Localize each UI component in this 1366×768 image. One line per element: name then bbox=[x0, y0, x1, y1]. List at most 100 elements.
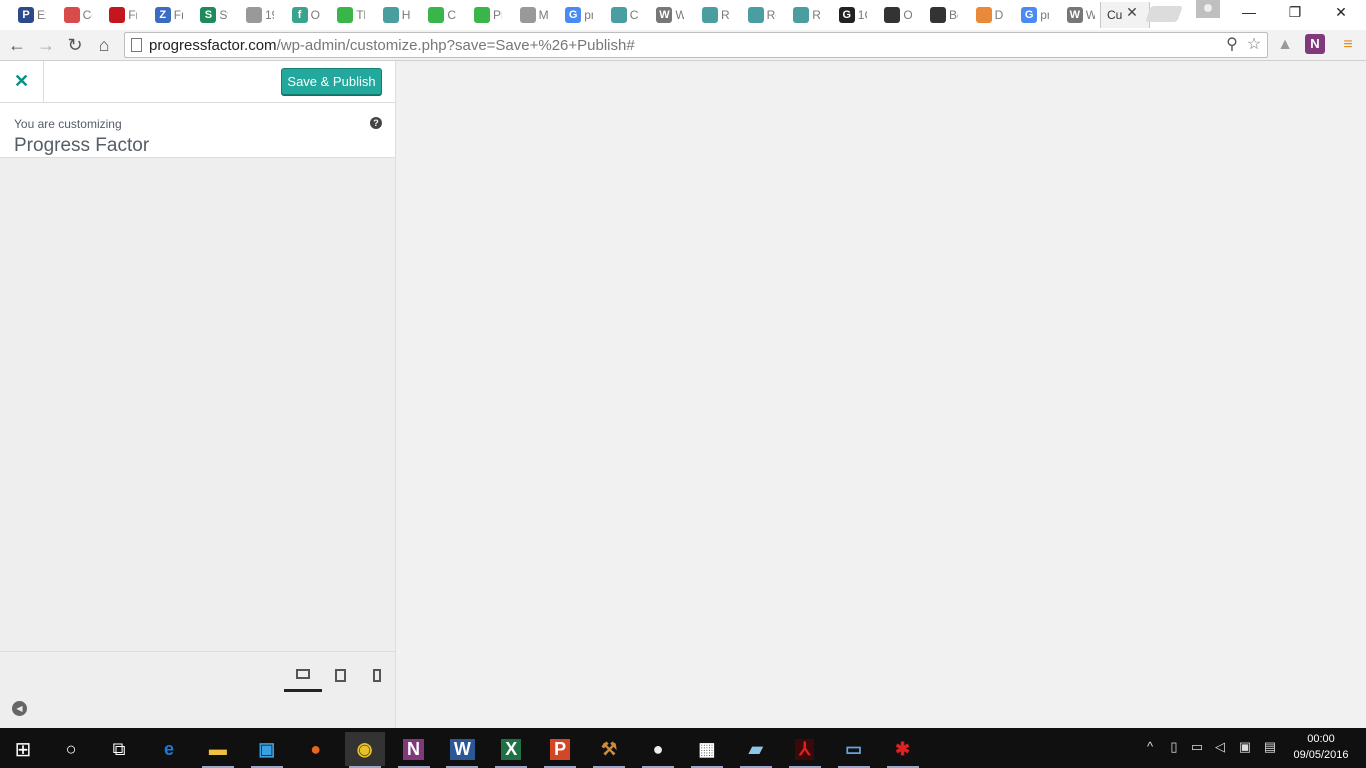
yellow-dot-icon bbox=[930, 7, 946, 23]
powerpoint-icon[interactable]: P bbox=[540, 732, 580, 768]
excel-icon[interactable]: X bbox=[491, 732, 531, 768]
minimize-button[interactable]: — bbox=[1226, 0, 1272, 26]
zoho-icon: Z bbox=[154, 7, 171, 23]
browser-tab[interactable]: Gpr bbox=[551, 2, 593, 28]
browser-tab-label: Re bbox=[812, 8, 821, 22]
browser-tab[interactable]: G1C bbox=[825, 2, 867, 28]
baseball-icon[interactable]: ● bbox=[638, 732, 678, 768]
orange-frame-icon bbox=[975, 7, 992, 23]
restore-button[interactable]: ❐ bbox=[1272, 0, 1318, 26]
browser-tab-label: Th bbox=[356, 8, 365, 22]
browser-tab[interactable]: SSv bbox=[186, 2, 228, 28]
power-icon[interactable]: ▭ bbox=[1186, 736, 1208, 758]
chrome-icon[interactable]: ◉ bbox=[344, 732, 385, 768]
browser-tab[interactable]: Cu bbox=[414, 2, 456, 28]
red-splat-icon[interactable]: ✱ bbox=[883, 732, 923, 768]
clock[interactable]: 00:00 09/05/2016 bbox=[1288, 731, 1354, 763]
browser-tab[interactable]: Re bbox=[734, 2, 776, 28]
firefox-icon[interactable]: ● bbox=[296, 732, 336, 766]
browser-tab[interactable]: Th bbox=[323, 2, 365, 28]
browser-tab-label: Sv bbox=[219, 8, 228, 22]
browser-tab-label: M bbox=[538, 8, 548, 22]
green-cat-icon bbox=[428, 7, 445, 23]
browser-tab[interactable]: Bc bbox=[916, 2, 958, 28]
browser-tab-label: Fr bbox=[128, 8, 137, 22]
word-icon[interactable]: W bbox=[442, 732, 482, 768]
browser-tab[interactable]: Di bbox=[962, 2, 1004, 28]
desktop-preview-button[interactable] bbox=[284, 662, 322, 692]
profile-icon[interactable] bbox=[1196, 0, 1220, 18]
show-hidden-icons-icon[interactable]: ^ bbox=[1139, 736, 1161, 758]
browser-tab[interactable]: Fr bbox=[95, 2, 137, 28]
forward-icon[interactable]: → bbox=[34, 33, 58, 57]
browser-tab[interactable]: M bbox=[506, 2, 548, 28]
browser-tab[interactable]: PEx bbox=[4, 2, 46, 28]
collapse-sidebar-icon[interactable]: ◀ bbox=[12, 701, 27, 716]
close-window-button[interactable]: ✕ bbox=[1318, 0, 1364, 26]
browser-tab[interactable]: WW bbox=[642, 2, 684, 28]
file-explorer-icon[interactable]: ▬ bbox=[198, 732, 238, 768]
browser-tab[interactable]: Ol bbox=[870, 2, 912, 28]
tablet-preview-button[interactable] bbox=[321, 662, 359, 692]
powerpoint-icon-glyph: P bbox=[550, 738, 571, 760]
browser-tab[interactable]: Gpr bbox=[1007, 2, 1049, 28]
remote-desktop-icon[interactable]: ▭ bbox=[834, 732, 874, 768]
browser-tab-label: Pr bbox=[493, 8, 502, 22]
chrome-icon-glyph: ◉ bbox=[356, 738, 373, 759]
network-computer-icon[interactable]: ▣ bbox=[247, 732, 287, 768]
close-customizer-icon[interactable]: ✕ bbox=[0, 61, 44, 103]
active-tab-label: Cu bbox=[1107, 8, 1123, 22]
spreadsheet-icon: S bbox=[200, 7, 217, 23]
notifications-icon[interactable]: ▤ bbox=[1259, 736, 1281, 758]
browser-tab[interactable]: Re bbox=[688, 2, 730, 28]
search-icon[interactable]: ○ bbox=[51, 732, 91, 766]
page-icon bbox=[131, 38, 142, 52]
browser-tab[interactable]: fOr bbox=[278, 2, 320, 28]
calculator-icon[interactable]: ▦ bbox=[687, 732, 727, 768]
customizer-footer: ◀ bbox=[0, 651, 395, 728]
site-preview-frame[interactable] bbox=[396, 61, 1366, 728]
browser-tab[interactable]: Pr bbox=[460, 2, 502, 28]
browser-tab[interactable]: Co bbox=[50, 2, 92, 28]
reload-icon[interactable]: ↻ bbox=[63, 33, 87, 57]
close-tab-icon[interactable]: ✕ bbox=[1125, 5, 1139, 19]
acrobat-icon[interactable]: ⅄ bbox=[785, 732, 825, 768]
file-explorer-icon-glyph: ▬ bbox=[208, 738, 227, 759]
task-view-icon[interactable]: ⧉ bbox=[99, 732, 139, 766]
browser-tab[interactable]: WW bbox=[1053, 2, 1095, 28]
edge-icon[interactable]: e bbox=[149, 732, 189, 766]
browser-tab[interactable]: Re bbox=[779, 2, 821, 28]
url-path: /wp-admin/customize.php?save=Save+%26+Pu… bbox=[276, 37, 635, 54]
browser-tab[interactable]: Ho bbox=[369, 2, 411, 28]
pinterest-icon: P bbox=[18, 7, 34, 23]
volume-icon[interactable]: ◁ bbox=[1209, 736, 1231, 758]
browser-tab[interactable]: Cl bbox=[597, 2, 639, 28]
address-bar[interactable]: progressfactor.com/wp-admin/customize.ph… bbox=[124, 32, 1268, 58]
usb-icon[interactable]: ▯ bbox=[1163, 736, 1185, 758]
site-title: Progress Factor bbox=[14, 135, 150, 156]
drive-icon[interactable]: ▲ bbox=[1274, 34, 1296, 56]
browser-tab-label: pr bbox=[1040, 8, 1050, 22]
refresh-circle-icon bbox=[382, 7, 399, 23]
start-icon[interactable]: ⊞ bbox=[3, 732, 43, 766]
menu-icon[interactable]: ≡ bbox=[1337, 34, 1359, 56]
onenote-clipper-icon[interactable]: N bbox=[1305, 34, 1325, 54]
zoom-icon[interactable]: ⚲ bbox=[1221, 34, 1243, 56]
home-icon[interactable]: ⌂ bbox=[92, 33, 116, 57]
bookmark-star-icon[interactable]: ☆ bbox=[1243, 34, 1265, 56]
save-publish-button[interactable]: Save & Publish bbox=[281, 68, 382, 95]
browser-tab-label: Re bbox=[721, 8, 730, 22]
browser-tab[interactable]: 19 bbox=[232, 2, 274, 28]
tools-icon[interactable]: ⚒ bbox=[589, 732, 629, 768]
help-icon[interactable]: ? bbox=[370, 117, 382, 129]
calculator-icon-glyph: ▦ bbox=[698, 738, 716, 759]
green-cat-icon bbox=[337, 7, 354, 23]
mobile-preview-button[interactable] bbox=[358, 662, 396, 692]
new-tab-button[interactable] bbox=[1145, 6, 1183, 22]
notepad-icon[interactable]: ▰ bbox=[736, 732, 776, 768]
back-icon[interactable]: ← bbox=[5, 33, 29, 57]
browser-tab[interactable]: ZFr bbox=[141, 2, 183, 28]
refresh-circle-icon bbox=[793, 7, 810, 23]
network-icon[interactable]: ▣ bbox=[1234, 736, 1256, 758]
onenote-icon[interactable]: N bbox=[394, 732, 434, 768]
